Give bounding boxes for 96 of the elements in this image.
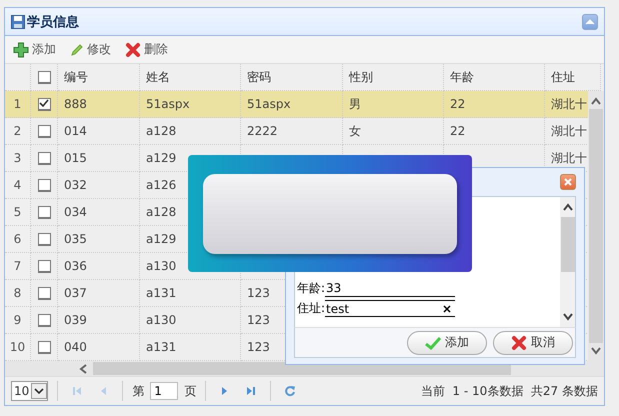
checkbox[interactable] [38,98,50,110]
row-number: 8 [14,286,22,300]
chevron-down-icon[interactable] [590,347,602,355]
panel-title: 学员信息 [27,14,79,30]
checkbox[interactable] [38,260,50,272]
column-header[interactable]: 密码 [247,68,271,86]
table-cell: 014 [64,124,87,138]
row-number: 2 [14,124,22,138]
table-cell: a129 [146,232,176,246]
row-number: 5 [14,205,22,219]
table-cell: 123 [247,340,270,354]
edit-button[interactable]: 修改 [68,41,113,58]
checkbox[interactable] [38,286,50,300]
checkbox[interactable] [38,340,50,354]
table-cell: 888 [64,97,87,111]
cross-icon [511,334,527,350]
skip-last-icon [245,385,258,397]
table-cell: 2222 [247,124,278,138]
checkbox[interactable] [38,206,50,218]
checkbox[interactable] [38,70,50,84]
table-cell: a128 [146,124,176,138]
chevron-left-icon[interactable] [79,362,87,374]
row-number: 9 [14,313,22,327]
table-cell: 034 [64,205,87,219]
row-number: 6 [14,232,22,246]
checkbox[interactable] [38,124,50,138]
check-icon [425,336,441,350]
pencil-icon [70,42,84,56]
field-label: 年龄: [297,280,326,297]
checkbox[interactable] [38,152,50,164]
close-button[interactable] [560,174,576,190]
table-cell: 湖北十 [551,122,587,140]
input-field[interactable]: test [325,300,456,317]
column-header[interactable]: 住址 [551,68,575,86]
page-label: 第 [132,382,144,400]
checkbox[interactable] [38,178,50,192]
skip-first-icon [71,385,84,397]
row-number: 7 [14,259,22,273]
column-header[interactable]: 年龄 [450,68,474,86]
plus-icon [13,42,29,58]
checkbox[interactable] [38,314,50,326]
page-label: 页 [184,382,196,400]
vertical-scrollbar[interactable] [560,197,575,327]
chevron-up-icon [585,18,595,24]
table-cell: 51aspx [247,97,291,111]
table-cell: a126 [146,178,176,192]
cancel-button[interactable]: 取消 [493,330,573,354]
page-number-field[interactable]: 1 [150,382,178,400]
table-cell: 039 [64,313,87,327]
column-header[interactable]: 编号 [64,68,88,86]
vertical-scrollbar[interactable] [588,91,604,361]
table-cell: 22 [450,97,466,111]
delete-button[interactable]: 删除 [123,41,170,58]
table-row[interactable]: 1 888 51aspx 51aspx 男 22 湖北十 [5,91,588,118]
caret-icon [31,383,48,399]
table-cell: 123 [247,286,270,300]
table-cell: 037 [64,286,87,300]
table-cell: 040 [64,340,87,354]
table-cell: 123 [247,313,270,327]
table-cell: 女 [349,122,361,140]
table-cell: a130 [146,313,176,327]
column-header[interactable]: 姓名 [146,68,170,86]
paging-info: 当前 1 - 10条数据 共27 条数据 [420,382,598,400]
refresh-icon [284,385,296,397]
table-cell: 036 [64,259,87,273]
table-cell: a131 [146,340,176,354]
column-header[interactable]: 性别 [349,68,373,86]
table-cell: a128 [146,205,176,219]
table-cell: 22 [450,124,466,138]
input-field[interactable]: 33 [325,280,456,297]
row-number: 4 [14,178,22,192]
chevron-down-icon[interactable] [562,313,574,321]
table-cell: a129 [146,151,176,165]
row-number: 3 [14,151,22,165]
chevron-up-icon[interactable] [562,203,574,211]
checkbox[interactable] [38,232,50,246]
add-button[interactable]: 添加 [11,41,58,58]
row-number: 10 [10,340,26,354]
table-cell: 035 [64,232,87,246]
clear-icon [443,304,452,312]
table-cell: 51aspx [146,97,190,111]
chevron-up-icon[interactable] [590,97,602,105]
table-cell: 湖北十 [551,150,587,166]
table-cell: a131 [146,286,176,300]
table-cell: 男 [349,96,361,112]
page-size-select[interactable]: 10 [11,381,48,401]
table-cell: 032 [64,178,87,192]
cross-icon [125,42,141,58]
table-cell: 湖北十 [551,96,587,112]
table-cell: 015 [64,151,87,165]
confirm-button[interactable]: 添加 [407,330,487,354]
close-icon [563,177,573,187]
field-label: 住址: [297,300,326,317]
row-number: 1 [14,97,22,111]
table-cell: a130 [146,259,176,273]
collapse-button[interactable] [582,14,598,30]
